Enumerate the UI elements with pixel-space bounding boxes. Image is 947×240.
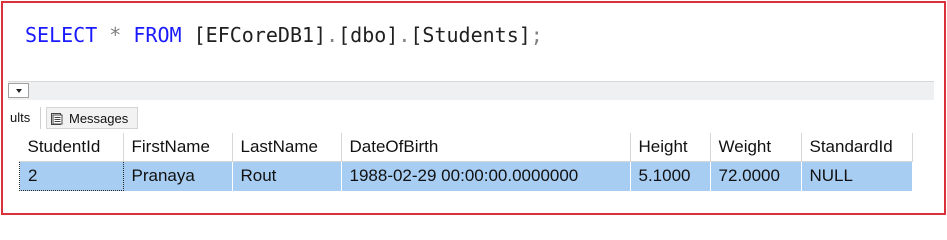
tab-results[interactable]: ults [8, 107, 41, 129]
grid-cell[interactable]: NULL [801, 161, 913, 191]
column-header[interactable]: LastName [232, 133, 342, 162]
grid-cell[interactable]: Rout [232, 161, 342, 191]
grid-cell[interactable]: 5.1000 [630, 161, 711, 191]
column-header[interactable]: Weight [710, 133, 802, 162]
results-grid[interactable]: StudentId FirstName LastName DateOfBirth… [19, 133, 913, 191]
sql-statement: SELECT * FROM [EFCoreDB1].[dbo].[Student… [25, 23, 543, 47]
query-editor[interactable]: SELECT * FROM [EFCoreDB1].[dbo].[Student… [3, 3, 944, 81]
grid-header-row: StudentId FirstName LastName DateOfBirth… [19, 133, 913, 162]
select-star: * [109, 23, 122, 47]
messages-icon [51, 113, 63, 125]
statement-terminator: ; [530, 23, 543, 47]
chevron-down-icon [16, 89, 22, 93]
schema-name: [dbo] [338, 23, 399, 47]
keyword-from: FROM [133, 23, 182, 47]
results-toolbar [8, 81, 934, 100]
column-header[interactable]: DateOfBirth [341, 133, 631, 162]
grid-cell[interactable]: 1988-02-29 00:00:00.0000000 [341, 161, 631, 191]
database-name: [EFCoreDB1] [193, 23, 327, 47]
table-name: [Students] [410, 23, 531, 47]
grid-cell[interactable]: 2 [19, 161, 124, 191]
tab-messages[interactable]: Messages [46, 107, 138, 129]
screenshot-frame: SELECT * FROM [EFCoreDB1].[dbo].[Student… [1, 1, 946, 215]
zoom-dropdown[interactable] [8, 83, 29, 98]
column-header[interactable]: FirstName [123, 133, 233, 162]
column-header[interactable]: StudentId [19, 133, 124, 162]
tab-messages-label: Messages [69, 111, 129, 126]
column-header[interactable]: StandardId [801, 133, 913, 162]
table-row[interactable]: 2 Pranaya Rout 1988-02-29 00:00:00.00000… [19, 161, 913, 191]
dot-separator: . [326, 23, 339, 47]
grid-cell[interactable]: 72.0000 [710, 161, 802, 191]
grid-cell[interactable]: Pranaya [123, 161, 233, 191]
dot-separator: . [398, 23, 411, 47]
keyword-select: SELECT [25, 23, 98, 47]
tab-results-label: ults [10, 110, 31, 125]
column-header[interactable]: Height [630, 133, 711, 162]
